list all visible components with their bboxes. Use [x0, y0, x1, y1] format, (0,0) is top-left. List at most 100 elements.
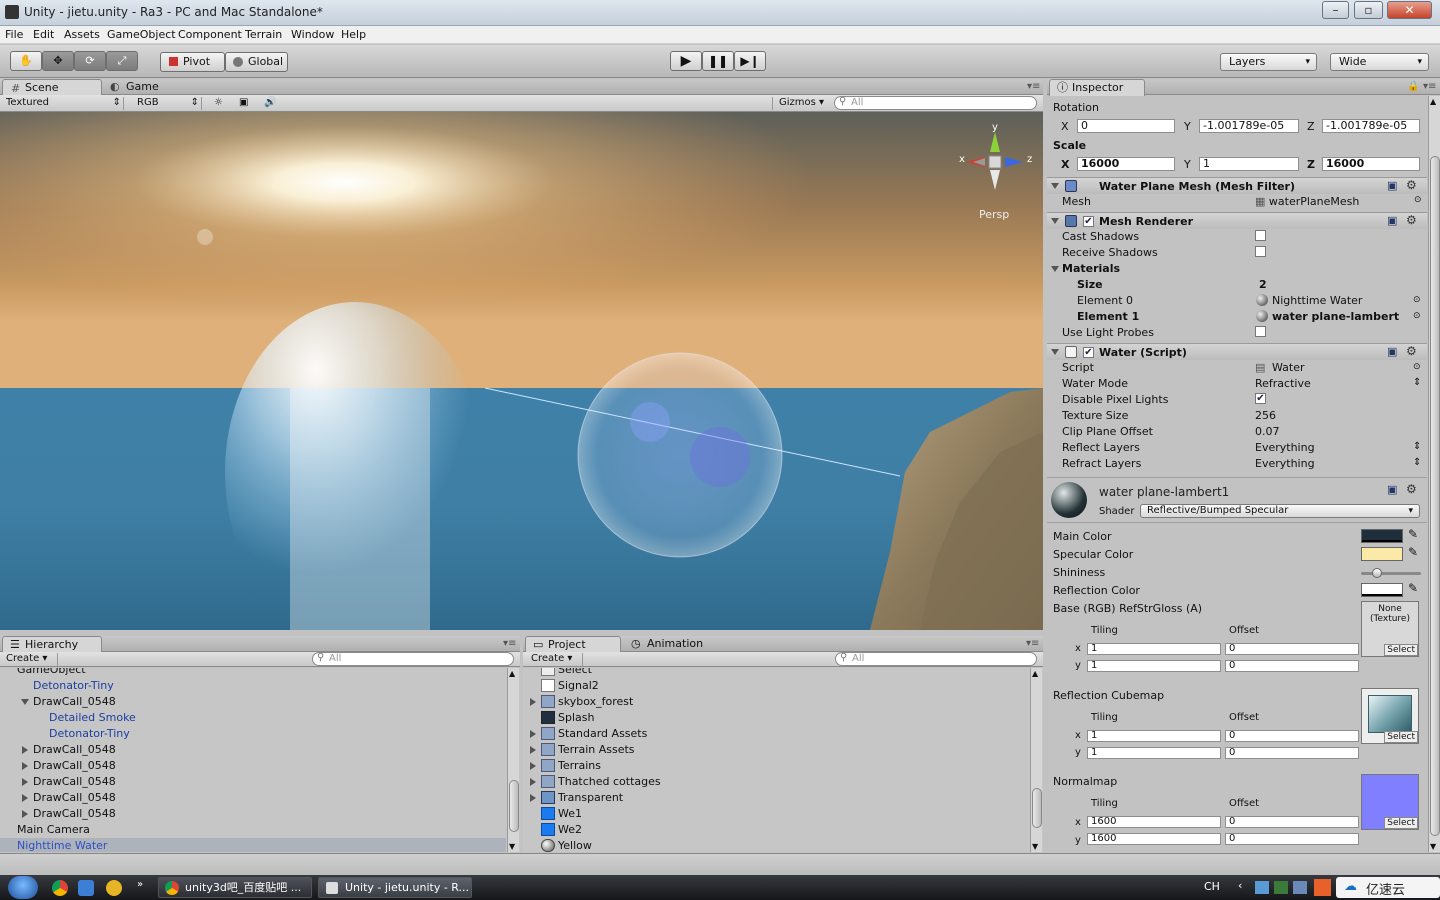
collapsed-arrow-icon[interactable] [530, 794, 536, 802]
more-arrows-icon[interactable]: » [137, 879, 143, 890]
scale-z-input[interactable]: 16000 [1322, 157, 1420, 171]
scale-x-input[interactable]: 16000 [1077, 157, 1175, 171]
normal-offset-y-input[interactable]: 0 [1225, 833, 1359, 845]
collapse-arrow-icon[interactable] [1051, 183, 1059, 189]
disable-pixel-lights-checkbox[interactable]: ✔ [1255, 393, 1266, 404]
hierarchy-item[interactable]: DrawCall_0548 [0, 742, 506, 758]
collapse-arrow-icon[interactable] [1051, 349, 1059, 355]
hierarchy-item[interactable]: Detonator-Tiny [0, 726, 506, 742]
menu-gameobject[interactable]: GameObject [107, 28, 176, 41]
hand-tool-button[interactable]: ✋ [10, 51, 42, 71]
cube-offset-x-input[interactable]: 0 [1225, 730, 1359, 742]
tray-monitor-icon[interactable] [1274, 881, 1288, 894]
collapsed-arrow-icon[interactable] [530, 730, 536, 738]
eyedropper-icon[interactable]: ✎ [1408, 545, 1418, 559]
normal-offset-x-input[interactable]: 0 [1225, 816, 1359, 828]
project-item[interactable]: We2 [523, 822, 1029, 838]
menu-window[interactable]: Window [291, 28, 334, 41]
scroll-down-icon[interactable]: ▼ [1430, 842, 1436, 851]
help-book-icon[interactable]: ▣ [1387, 214, 1397, 227]
collapsed-arrow-icon[interactable] [22, 762, 28, 770]
hierarchy-item[interactable]: DrawCall_0548 [0, 790, 506, 806]
collapsed-arrow-icon[interactable] [530, 762, 536, 770]
normalmap-slot[interactable]: Select [1361, 774, 1419, 830]
inspector-scroll-thumb[interactable] [1430, 156, 1440, 836]
hierarchy-item[interactable]: Nighttime Water [0, 838, 506, 852]
hierarchy-item[interactable]: DrawCall_0548 [0, 774, 506, 790]
project-item[interactable]: Splash [523, 710, 1029, 726]
water-prop-value[interactable]: Water [1272, 361, 1305, 374]
mesh-filter-header[interactable]: Water Plane Mesh (Mesh Filter) ▣ ⚙ [1047, 177, 1427, 194]
water-script-enabled-checkbox[interactable]: ✔ [1083, 347, 1094, 358]
project-item[interactable]: Yellow [523, 838, 1029, 852]
play-button[interactable]: ▶ [670, 51, 702, 71]
specular-color-swatch[interactable] [1361, 547, 1403, 561]
inspector-scrollbar[interactable]: ▲ ▼ [1428, 96, 1440, 852]
chrome-icon[interactable] [52, 880, 68, 896]
base-offset-y-input[interactable]: 0 [1225, 660, 1359, 672]
base-tiling-y-input[interactable]: 1 [1087, 660, 1221, 672]
rotation-z-input[interactable]: -1.001789e-05 [1322, 119, 1420, 133]
tab-project[interactable]: ▭ Project [525, 636, 621, 653]
materials-size-value[interactable]: 2 [1259, 278, 1267, 291]
object-picker-icon[interactable]: ⊙ [1413, 362, 1421, 372]
hierarchy-search-input[interactable]: All [312, 652, 514, 666]
collapsed-arrow-icon[interactable] [22, 746, 28, 754]
scale-y-input[interactable]: 1 [1199, 157, 1299, 171]
close-button[interactable]: ✕ [1387, 1, 1432, 19]
collapse-arrow-icon[interactable] [1051, 218, 1059, 224]
tray-app-icon[interactable] [1255, 881, 1269, 894]
shininess-slider-knob[interactable] [1372, 568, 1382, 578]
menu-terrain[interactable]: Terrain [245, 28, 282, 41]
qq-icon[interactable] [106, 880, 122, 896]
shader-dropdown[interactable]: Reflective/Bumped Specular [1140, 504, 1420, 518]
cube-tiling-x-input[interactable]: 1 [1087, 730, 1221, 742]
updown-icon[interactable]: ⇕ [1413, 457, 1421, 468]
object-picker-icon[interactable]: ⊙ [1414, 195, 1422, 205]
layers-dropdown[interactable]: Layers [1220, 53, 1317, 71]
gear-icon[interactable]: ⚙ [1406, 344, 1417, 358]
collapsed-arrow-icon[interactable] [22, 794, 28, 802]
hierarchy-item[interactable]: DrawCall_0548 [0, 694, 506, 710]
gear-icon[interactable]: ⚙ [1406, 178, 1417, 192]
orientation-gizmo[interactable]: y x z Persp [955, 120, 1035, 230]
menu-help[interactable]: Help [341, 28, 366, 41]
scene-search-input[interactable]: All [834, 96, 1037, 110]
cube-offset-y-input[interactable]: 0 [1225, 747, 1359, 759]
gear-icon[interactable]: ⚙ [1406, 213, 1417, 227]
base-texture-select-button[interactable]: Select [1384, 644, 1418, 656]
project-item[interactable]: Thatched cottages [523, 774, 1029, 790]
hierarchy-scroll-thumb[interactable] [509, 780, 519, 832]
network-icon[interactable] [1293, 881, 1307, 894]
help-book-icon[interactable]: ▣ [1387, 345, 1397, 358]
step-button[interactable]: ▶❙ [734, 51, 766, 71]
project-item[interactable]: Transparent [523, 790, 1029, 806]
hierarchy-item[interactable]: Detailed Smoke [0, 710, 506, 726]
rotate-tool-button[interactable]: ⟳ [74, 51, 106, 71]
cubemap-slot[interactable]: Select [1361, 688, 1419, 744]
element1-value[interactable]: water plane-lambert [1272, 310, 1399, 323]
project-create-dropdown[interactable]: Create ▾ [531, 653, 583, 666]
scroll-down-icon[interactable]: ▼ [509, 842, 515, 851]
project-item[interactable]: skybox_forest [523, 694, 1029, 710]
expanded-arrow-icon[interactable] [21, 699, 29, 705]
tray-shield-icon[interactable] [1314, 879, 1331, 896]
object-picker-icon[interactable]: ⊙ [1413, 295, 1421, 305]
normal-tiling-y-input[interactable]: 1600 [1087, 833, 1221, 845]
global-toggle[interactable]: Global [225, 52, 288, 72]
normalmap-select-button[interactable]: Select [1384, 817, 1418, 829]
image-toggle-icon[interactable]: ▣ [239, 97, 248, 110]
cast-shadows-checkbox[interactable] [1255, 230, 1266, 241]
rotation-y-input[interactable]: -1.001789e-05 [1199, 119, 1299, 133]
gear-icon[interactable]: ⚙ [1406, 482, 1417, 496]
lock-icon[interactable]: 🔒 [1407, 81, 1419, 92]
materials-foldout-icon[interactable] [1051, 266, 1059, 272]
render-mode-dropdown[interactable]: Textured ⇕ [6, 97, 124, 110]
panel-menu-icon[interactable]: ▾≡ [1027, 81, 1040, 92]
lighting-toggle-icon[interactable]: ☼ [214, 97, 223, 110]
project-scroll-thumb[interactable] [1032, 788, 1042, 828]
hierarchy-item[interactable]: Detonator-Tiny [0, 678, 506, 694]
project-scrollbar[interactable]: ▲ ▼ [1030, 668, 1042, 852]
updown-icon[interactable]: ⇕ [1413, 441, 1421, 452]
receive-shadows-checkbox[interactable] [1255, 246, 1266, 257]
